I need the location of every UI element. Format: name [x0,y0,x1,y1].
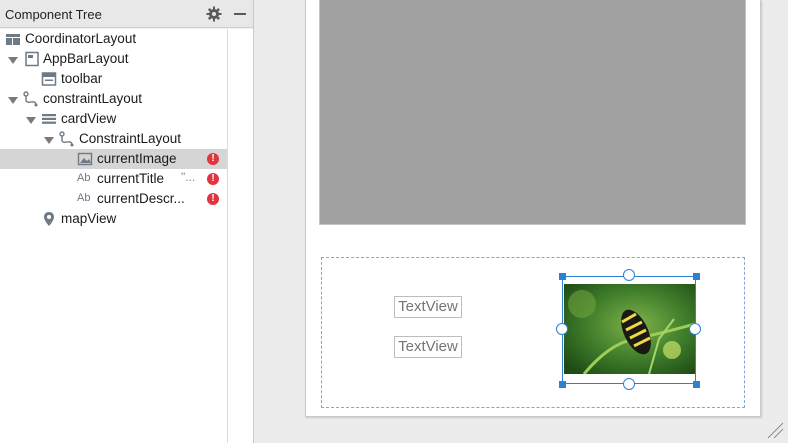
resize-grip-icon[interactable] [764,419,784,439]
tree-item-label: CoordinatorLayout [25,31,137,46]
constraint-anchor-right[interactable] [689,323,701,335]
textview-current-description[interactable]: TextView [394,336,462,358]
constraint-layout-icon [59,131,75,147]
constraint-layout-icon [23,91,39,107]
resize-handle-top-left[interactable] [559,273,566,280]
appbar-layout-icon [24,51,40,67]
tree-item-mapview[interactable]: mapView [0,209,227,229]
panel-header: Component Tree [0,0,253,28]
selection-outline[interactable] [562,276,696,384]
tree-item-label: currentDescr... [97,191,185,206]
tree-item-constraint-layout-inner[interactable]: ConstraintLayout [0,129,227,149]
chevron-down-icon[interactable] [26,113,36,124]
chevron-down-icon[interactable] [8,93,18,104]
error-icon[interactable]: ! [207,173,219,185]
minimize-icon[interactable] [232,6,248,22]
gear-icon[interactable] [206,6,222,22]
textview-icon: Ab [77,172,91,184]
component-tree-panel: Component Tree CoordinatorLayout AppBarL… [0,0,254,443]
resize-handle-top-right[interactable] [693,273,700,280]
constraint-anchor-bottom[interactable] [623,378,635,390]
resize-handle-bottom-right[interactable] [693,381,700,388]
cardview-icon [41,111,57,127]
image-view-icon [77,151,93,167]
tree-item-label: ConstraintLayout [79,131,182,146]
tree-item-label: cardView [61,111,117,126]
constraint-anchor-left[interactable] [556,323,568,335]
tree-item-label: currentImage [97,151,177,166]
tree-item-appbar-layout[interactable]: AppBarLayout [0,49,227,69]
tree-scroll-gutter [227,29,253,443]
constraint-anchor-top[interactable] [623,269,635,281]
tree-item-label: mapView [61,211,117,226]
tree-item-coordinator-layout[interactable]: CoordinatorLayout [0,29,227,49]
tree-item-current-image[interactable]: currentImage ! [0,149,227,169]
text-hint: "... [181,170,196,184]
resize-handle-bottom-left[interactable] [559,381,566,388]
panel-title: Component Tree [5,7,102,22]
textview-icon: Ab [77,192,91,204]
tree-item-label: constraintLayout [43,91,143,106]
coordinator-layout-icon [5,31,21,47]
chevron-down-icon[interactable] [8,53,18,64]
component-tree: CoordinatorLayout AppBarLayout toolbar c… [0,29,227,443]
tree-item-constraint-layout[interactable]: constraintLayout [0,89,227,109]
chevron-down-icon[interactable] [44,133,54,144]
appbar-placeholder[interactable] [319,0,746,225]
toolbar-icon [41,71,57,87]
tree-item-toolbar[interactable]: toolbar [0,69,227,89]
tree-item-label: AppBarLayout [43,51,129,66]
tree-item-cardview[interactable]: cardView [0,109,227,129]
error-icon[interactable]: ! [207,193,219,205]
tree-item-label: currentTitle [97,171,165,186]
tree-item-current-description[interactable]: Ab currentDescr... ! [0,189,227,209]
map-pin-icon [41,211,57,227]
tree-item-current-title[interactable]: Ab currentTitle "... ! [0,169,227,189]
tree-item-label: toolbar [61,71,103,86]
error-icon[interactable]: ! [207,153,219,165]
textview-current-title[interactable]: TextView [394,296,462,318]
